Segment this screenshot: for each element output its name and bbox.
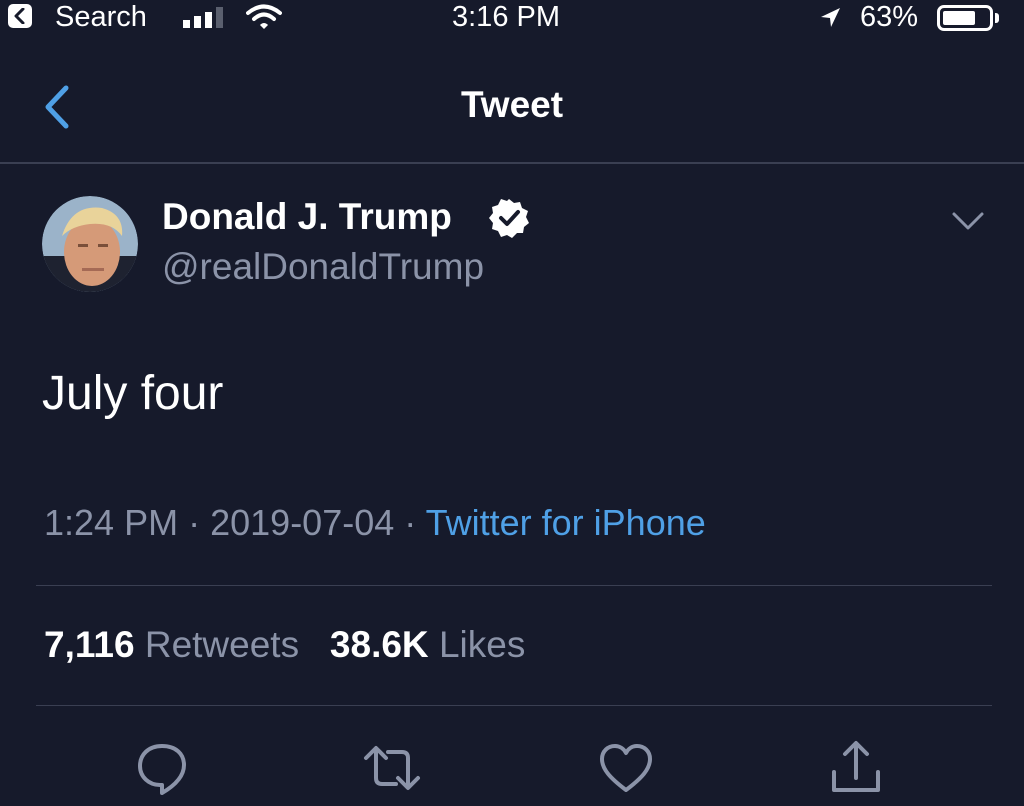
battery-percent: 63%: [860, 1, 919, 33]
tweet-source-link[interactable]: Twitter for iPhone: [426, 502, 706, 543]
cellular-signal-icon: [183, 7, 223, 28]
divider: [36, 705, 992, 706]
verified-badge-icon: [489, 199, 529, 238]
share-icon[interactable]: [826, 738, 886, 798]
battery-icon: [937, 5, 993, 31]
tweet-stats: 7,116 Retweets 38.6K Likes: [44, 624, 525, 666]
battery-tip: [995, 13, 999, 23]
retweets-count: 7,116: [44, 624, 135, 665]
wifi-icon: [246, 4, 282, 29]
retweets-label: Retweets: [144, 624, 300, 665]
likes-label: Likes: [438, 624, 526, 665]
tweet-time: 1:24 PM: [44, 502, 179, 543]
meta-separator: ·: [188, 502, 201, 543]
battery-level: [943, 11, 975, 25]
page-title: Tweet: [460, 84, 564, 125]
divider: [36, 585, 992, 586]
author-handle[interactable]: @realDonaldTrump: [162, 246, 484, 288]
like-icon[interactable]: [596, 738, 656, 798]
status-bar: Search 3:16 PM 63%: [0, 0, 1024, 34]
tweet-text: July four: [42, 367, 224, 420]
tweet-date: 2019-07-04: [210, 502, 395, 543]
retweets-stat[interactable]: 7,116 Retweets: [44, 624, 299, 665]
avatar[interactable]: [42, 196, 138, 292]
chevron-down-icon[interactable]: [950, 210, 986, 234]
tweet-meta: 1:24 PM · 2019-07-04 · Twitter for iPhon…: [44, 502, 706, 544]
back-to-app-icon[interactable]: [8, 4, 32, 28]
navigation-bar: Tweet: [0, 60, 1024, 164]
author-name[interactable]: Donald J. Trump: [162, 196, 452, 238]
retweet-icon[interactable]: [362, 738, 422, 798]
reply-icon[interactable]: [132, 738, 192, 798]
likes-stat[interactable]: 38.6K Likes: [330, 624, 525, 665]
likes-count: 38.6K: [329, 624, 429, 665]
meta-separator: ·: [404, 502, 417, 543]
status-time: 3:16 PM: [452, 1, 560, 33]
location-arrow-icon: [821, 8, 840, 27]
back-app-label[interactable]: Search: [55, 0, 147, 34]
